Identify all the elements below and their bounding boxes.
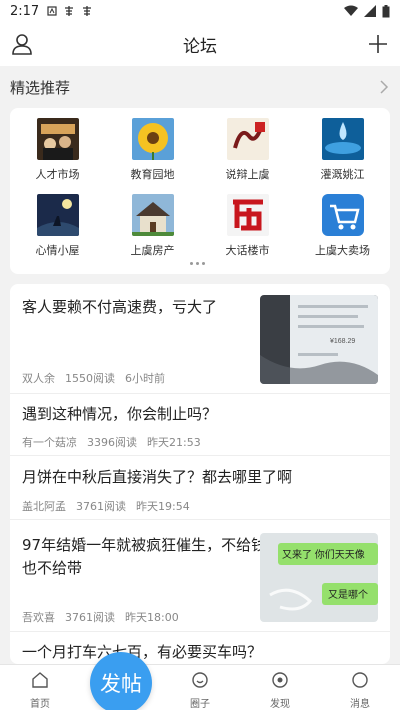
post-time: 昨天18:00 bbox=[125, 611, 179, 624]
home-icon bbox=[32, 672, 48, 688]
post-reads: 1550阅读 bbox=[65, 372, 115, 385]
post-time: 6小时前 bbox=[125, 372, 165, 385]
featured-grid: 人才市场 教育园地 说辩上虞 灌溉姚江 心情小屋 上虞房产 大话楼市 上虞大卖场 bbox=[10, 108, 390, 274]
forum-item[interactable]: 教育园地 bbox=[105, 118, 200, 188]
post-thumbnail: 又来了 你们天天像又是哪个 bbox=[260, 533, 378, 622]
forum-item-label: 说辩上虞 bbox=[225, 168, 270, 181]
mood-house-thumbnail bbox=[36, 194, 79, 236]
post-reads: 3761阅读 bbox=[65, 611, 115, 624]
post-author: 盖北阿孟 bbox=[22, 500, 66, 513]
notification-icon bbox=[47, 6, 57, 16]
forum-item[interactable]: 人才市场 bbox=[10, 118, 105, 188]
post-meta: 双人余 1550阅读 6小时前 bbox=[22, 370, 165, 386]
post-feed: 客人要赖不付高速费，亏大了 双人余 1550阅读 6小时前 ¥168.29 遇到… bbox=[10, 284, 390, 664]
tab-home[interactable]: 首页 bbox=[0, 665, 80, 710]
post-reads: 3761阅读 bbox=[76, 500, 126, 513]
property-talk-thumbnail bbox=[226, 194, 269, 236]
tab-label: 圈子 bbox=[190, 699, 210, 710]
forum-item-label: 上虞房产 bbox=[130, 244, 175, 257]
post-item[interactable]: 客人要赖不付高速费，亏大了 双人余 1550阅读 6小时前 ¥168.29 bbox=[10, 284, 390, 394]
forum-item[interactable]: 上虞大卖场 bbox=[295, 194, 390, 264]
post-title: 月饼在中秋后直接消失了？都去哪里了啊 bbox=[22, 468, 293, 486]
post-reads: 3396阅读 bbox=[87, 436, 137, 449]
receipt-amount: ¥168.29 bbox=[330, 338, 355, 345]
status-time: 2:17 bbox=[10, 3, 40, 19]
forum-item[interactable]: 大话楼市 bbox=[200, 194, 295, 264]
post-title: 客人要赖不付高速费，亏大了 bbox=[22, 298, 218, 316]
wifi-icon bbox=[344, 5, 358, 16]
tab-label: 消息 bbox=[350, 699, 370, 710]
compass-icon bbox=[272, 672, 288, 688]
marketplace-thumbnail bbox=[321, 194, 364, 236]
tab-label: 发现 bbox=[270, 699, 290, 710]
tab-circle[interactable]: 圈子 bbox=[160, 665, 240, 710]
app-notification-icon-2 bbox=[83, 6, 92, 16]
battery-icon bbox=[382, 4, 390, 17]
forum-item-label: 灌溉姚江 bbox=[320, 168, 365, 181]
bottom-tab-bar: 首页 圈子 发现 消息 bbox=[0, 664, 400, 710]
education-thumbnail bbox=[131, 118, 174, 160]
talent-market-thumbnail bbox=[36, 118, 79, 160]
post-title: 遇到这种情况，你会制止吗？ bbox=[22, 405, 218, 423]
post-item[interactable]: 一个月打车六七百，有必要买车吗？ bbox=[10, 632, 390, 664]
add-icon[interactable] bbox=[366, 32, 390, 56]
post-thumbnail: ¥168.29 bbox=[260, 295, 378, 384]
signal-icon bbox=[364, 5, 376, 17]
chat-bubble-text: 又来了 你们天天像 bbox=[282, 548, 365, 561]
post-author: 双人余 bbox=[22, 372, 55, 385]
post-meta: 有一个菇凉 3396阅读 昨天21:53 bbox=[22, 434, 201, 450]
new-post-button[interactable]: 发帖 bbox=[90, 652, 152, 710]
circle-icon bbox=[192, 672, 208, 688]
tab-label: 首页 bbox=[30, 699, 50, 710]
featured-section-header[interactable]: 精选推荐 bbox=[0, 66, 400, 108]
post-item[interactable]: 月饼在中秋后直接消失了？都去哪里了啊 盖北阿孟 3761阅读 昨天19:54 bbox=[10, 456, 390, 520]
forum-item-label: 心情小屋 bbox=[35, 244, 80, 257]
forum-item-label: 上虞大卖场 bbox=[315, 244, 370, 257]
post-time: 昨天19:54 bbox=[136, 500, 190, 513]
forum-item[interactable]: 上虞房产 bbox=[105, 194, 200, 264]
tab-messages[interactable]: 消息 bbox=[320, 665, 400, 710]
forum-item[interactable]: 灌溉姚江 bbox=[295, 118, 390, 188]
shangyu-debate-thumbnail bbox=[226, 118, 269, 160]
post-meta: 吾欢喜 3761阅读 昨天18:00 bbox=[22, 609, 179, 625]
real-estate-thumbnail bbox=[131, 194, 174, 236]
status-bar: 2:17 bbox=[0, 0, 400, 22]
message-icon bbox=[352, 672, 368, 688]
chat-bubble-text: 又是哪个 bbox=[328, 589, 368, 601]
forum-item-label: 大话楼市 bbox=[225, 244, 270, 257]
page-title: 论坛 bbox=[183, 36, 217, 57]
profile-icon[interactable] bbox=[10, 32, 34, 56]
post-author: 有一个菇凉 bbox=[22, 436, 77, 449]
post-title-line: 也不给带 bbox=[22, 559, 83, 577]
post-author: 吾欢喜 bbox=[22, 611, 55, 624]
tab-discover[interactable]: 发现 bbox=[240, 665, 320, 710]
post-meta: 盖北阿孟 3761阅读 昨天19:54 bbox=[22, 498, 190, 514]
top-app-bar: 论坛 bbox=[0, 22, 400, 66]
app-notification-icon bbox=[65, 6, 74, 16]
page-indicator bbox=[190, 262, 205, 265]
forum-item[interactable]: 心情小屋 bbox=[10, 194, 105, 264]
forum-item-label: 人才市场 bbox=[35, 168, 80, 181]
yaojiang-thumbnail bbox=[321, 118, 364, 160]
forum-item[interactable]: 说辩上虞 bbox=[200, 118, 295, 188]
post-item[interactable]: 97年结婚一年就被疯狂催生，不给钱 也不给带 吾欢喜 3761阅读 昨天18:0… bbox=[10, 520, 390, 632]
post-time: 昨天21:53 bbox=[147, 436, 201, 449]
post-title-line: 97年结婚一年就被疯狂催生，不给钱 bbox=[22, 536, 267, 554]
featured-section-title: 精选推荐 bbox=[10, 78, 71, 97]
post-item[interactable]: 遇到这种情况，你会制止吗？ 有一个菇凉 3396阅读 昨天21:53 bbox=[10, 394, 390, 456]
forum-item-label: 教育园地 bbox=[130, 168, 175, 181]
chevron-right-icon bbox=[380, 80, 389, 94]
